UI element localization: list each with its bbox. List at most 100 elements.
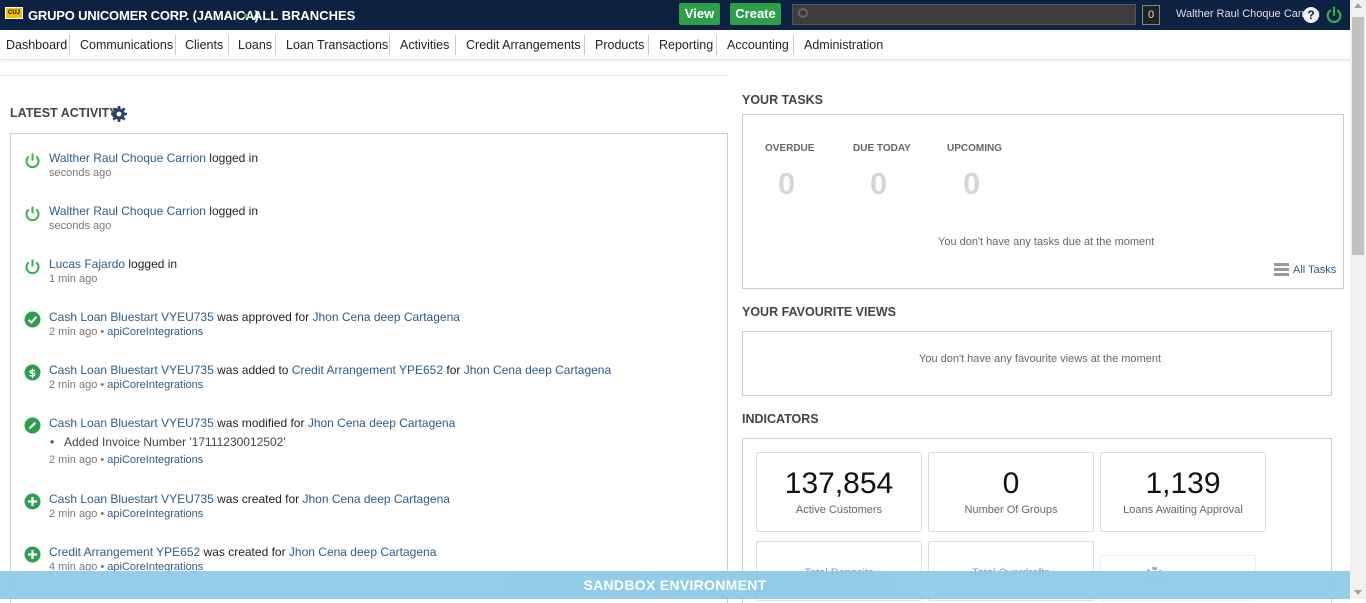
activity-time: seconds ago	[49, 167, 112, 179]
nav-reporting[interactable]: Reporting	[653, 30, 719, 60]
activity-time: seconds ago	[49, 220, 112, 232]
activity-text: was approved for	[213, 310, 313, 324]
nav-products[interactable]: Products	[589, 30, 650, 60]
activity-author-link[interactable]: apiCoreIntegrations	[107, 326, 203, 338]
meta-separator: •	[97, 508, 108, 520]
view-button[interactable]: View	[679, 3, 720, 25]
loan-link[interactable]: Cash Loan Bluestart VYEU735	[49, 416, 214, 430]
indicator-value: 1,139	[1145, 467, 1221, 500]
help-icon[interactable]: ?	[1303, 7, 1319, 23]
svg-text:$: $	[29, 367, 37, 380]
nav-dashboard[interactable]: Dashboard	[0, 30, 73, 60]
gear-icon[interactable]	[110, 105, 128, 123]
activity-text: was added to	[213, 363, 292, 377]
meta-separator: •	[97, 379, 108, 391]
client-link[interactable]: Jhon Cena deep Cartagena	[312, 310, 459, 324]
activity-text: for	[443, 363, 464, 377]
check-icon	[24, 311, 41, 328]
power-icon	[25, 206, 40, 222]
loan-link[interactable]: Cash Loan Bluestart VYEU735	[49, 492, 214, 506]
nav-divider	[716, 35, 717, 55]
activity-text: was modified for	[213, 416, 308, 430]
scroll-up-arrow-icon[interactable]	[1354, 3, 1362, 8]
user-link[interactable]: Lucas Fajardo	[49, 257, 125, 271]
nav-credit-arrangements[interactable]: Credit Arrangements	[460, 30, 587, 60]
nav-activities[interactable]: Activities	[394, 30, 455, 60]
activity-time: 1 min ago	[49, 273, 98, 285]
indicator-card[interactable]: 0 Number Of Groups	[928, 452, 1094, 532]
nav-divider	[584, 35, 585, 55]
scrollbar-thumb[interactable]	[1352, 17, 1364, 255]
nav-divider	[228, 35, 229, 55]
activity-text: logged in	[125, 257, 178, 271]
indicator-label: Number Of Groups	[964, 504, 1058, 516]
dollar-icon: $	[24, 364, 41, 381]
overdue-label: OVERDUE	[765, 143, 815, 154]
nav-divider	[69, 35, 70, 55]
activity-text: was created for	[213, 492, 303, 506]
user-name[interactable]: Walther Raul Choque Carrion	[1176, 8, 1320, 20]
indicator-label: Loans Awaiting Approval	[1123, 504, 1243, 516]
search-input[interactable]	[792, 4, 1136, 25]
nav-divider	[793, 35, 794, 55]
create-button[interactable]: Create	[730, 3, 781, 25]
overdue-count[interactable]: 0	[778, 166, 795, 202]
user-link[interactable]: Walther Raul Choque Carrion	[49, 151, 206, 165]
client-link[interactable]: Jhon Cena deep Cartagena	[289, 545, 436, 559]
latest-activity-title: LATEST ACTIVITY	[10, 106, 118, 120]
tasks-title: YOUR TASKS	[742, 93, 824, 107]
plus-icon	[24, 546, 41, 563]
activity-text: was created for	[200, 545, 289, 559]
activity-author-link[interactable]: apiCoreIntegrations	[107, 379, 203, 391]
upcoming-label: UPCOMING	[947, 143, 1002, 154]
activity-author-link[interactable]: apiCoreIntegrations	[107, 454, 203, 466]
activity-text: logged in	[205, 204, 259, 218]
nav-accounting[interactable]: Accounting	[721, 30, 795, 60]
client-link[interactable]: Jhon Cena deep Cartagena	[308, 416, 455, 430]
indicator-card[interactable]: 137,854 Active Customers	[756, 452, 922, 532]
company-name[interactable]: GRUPO UNICOMER CORP. (JAMAICA)	[28, 8, 259, 23]
nav-divider	[175, 35, 176, 55]
scroll-down-arrow-icon[interactable]	[1354, 590, 1362, 595]
tasks-empty-note: You don't have any tasks due at the mome…	[938, 236, 1155, 248]
edit-icon	[24, 417, 41, 434]
activity-text: logged in	[205, 151, 259, 165]
meta-separator: •	[97, 326, 108, 338]
activity-time: 2 min ago	[49, 454, 98, 466]
indicator-value: 0	[1002, 467, 1020, 500]
nav-administration[interactable]: Administration	[798, 30, 889, 60]
loan-link[interactable]: Cash Loan Bluestart VYEU735	[49, 310, 214, 324]
nav-clients[interactable]: Clients	[179, 30, 229, 60]
activity-time: 2 min ago	[49, 508, 98, 520]
activity-time: 2 min ago	[49, 379, 98, 391]
list-icon	[1274, 263, 1289, 277]
all-tasks-link[interactable]: All Tasks	[1293, 264, 1336, 276]
upcoming-count[interactable]: 0	[963, 166, 980, 202]
nav-loans[interactable]: Loans	[232, 30, 278, 60]
credit-arrangement-link[interactable]: Credit Arrangement YPE652	[49, 545, 200, 559]
plus-icon	[24, 493, 41, 510]
nav-communications[interactable]: Communications	[74, 30, 179, 60]
client-link[interactable]: Jhon Cena deep Cartagena	[464, 363, 611, 377]
client-link[interactable]: Jhon Cena deep Cartagena	[302, 492, 449, 506]
user-link[interactable]: Walther Raul Choque Carrion	[49, 204, 206, 218]
sandbox-banner: SANDBOX ENVIRONMENT	[0, 571, 1350, 599]
nav-loan-transactions[interactable]: Loan Transactions	[280, 30, 394, 60]
nav-divider	[389, 35, 390, 55]
tasks-panel	[742, 114, 1344, 289]
due-today-count[interactable]: 0	[870, 166, 887, 202]
change-detail: Added Invoice Number '17111230012502'	[50, 435, 286, 449]
power-icon	[25, 153, 40, 169]
credit-arrangement-link[interactable]: Credit Arrangement YPE652	[292, 363, 443, 377]
branch-selector[interactable]: ALL BRANCHES	[253, 8, 355, 23]
due-today-label: DUE TODAY	[853, 143, 911, 154]
nav-divider	[455, 35, 456, 55]
loan-link[interactable]: Cash Loan Bluestart VYEU735	[49, 363, 214, 377]
favourites-title: YOUR FAVOURITE VIEWS	[742, 305, 896, 319]
favourites-empty-note: You don't have any favourite views at th…	[919, 353, 1162, 365]
indicator-label: Active Customers	[795, 504, 883, 516]
logout-power-icon[interactable]	[1325, 6, 1343, 24]
activity-author-link[interactable]: apiCoreIntegrations	[107, 508, 203, 520]
company-logo: CUJ	[5, 7, 23, 19]
indicator-card[interactable]: 1,139 Loans Awaiting Approval	[1100, 452, 1266, 532]
